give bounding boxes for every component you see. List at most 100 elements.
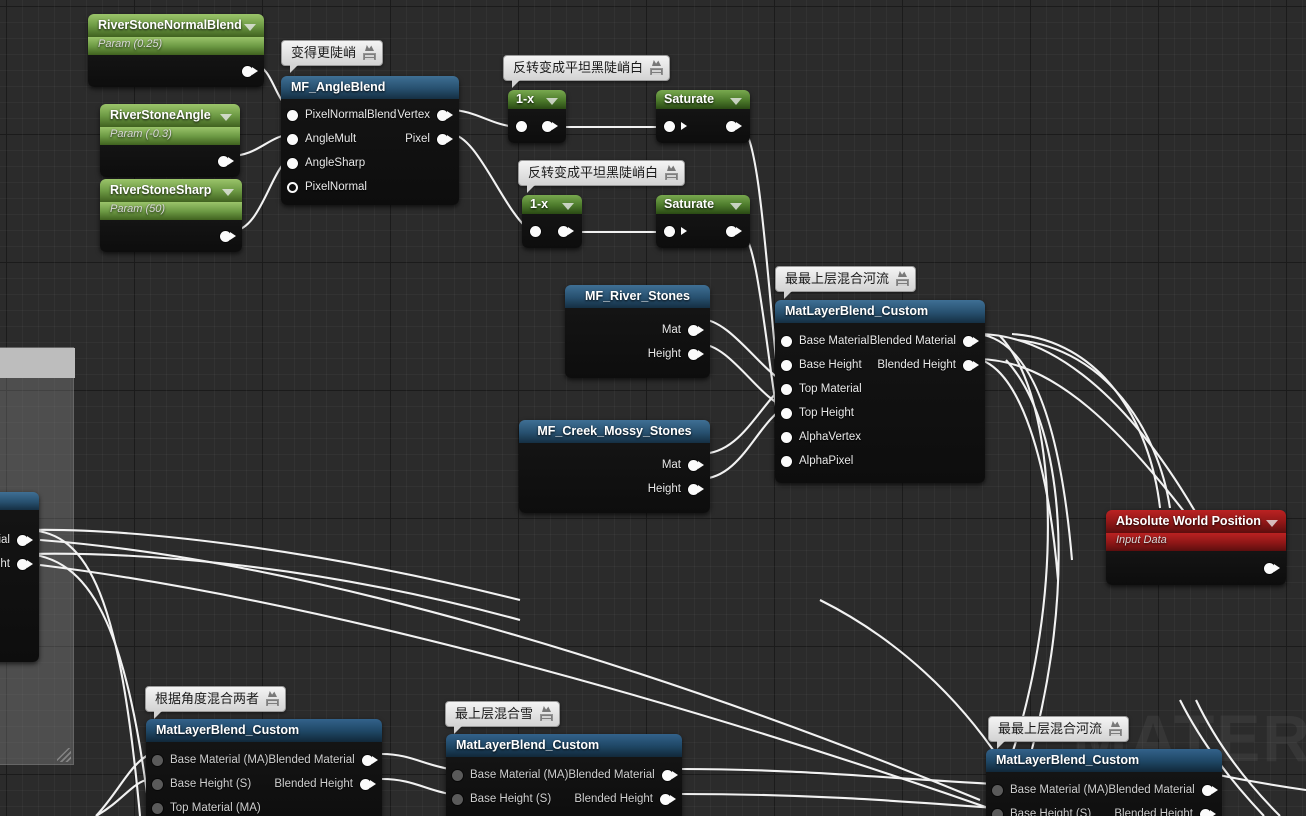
pin-dot[interactable] xyxy=(452,793,463,805)
input-pin[interactable] xyxy=(664,120,687,132)
chevron-down-icon[interactable] xyxy=(222,188,234,196)
pin-dot[interactable] xyxy=(781,431,792,443)
output-pin[interactable] xyxy=(535,120,558,132)
pin-dot[interactable] xyxy=(664,225,675,237)
output-pin-blended-height[interactable]: Blended Height xyxy=(574,793,682,806)
pin-dot[interactable] xyxy=(452,769,463,781)
pin-dot[interactable] xyxy=(287,109,298,121)
node-one-minus-x-top[interactable]: 1-x xyxy=(508,90,566,143)
output-pin-mat[interactable]: Mat xyxy=(662,459,710,472)
input-pin-top-height[interactable]: Top Height xyxy=(775,407,854,420)
chevron-down-icon[interactable] xyxy=(220,113,232,121)
node-header[interactable]: MatLayerBlend_Custom xyxy=(446,734,682,757)
comment-bubble-angle-blend[interactable]: 变得更陡峭 xyxy=(281,40,384,73)
node-header[interactable]: Saturate xyxy=(656,90,750,109)
node-header[interactable]: Saturate xyxy=(656,195,750,214)
output-pin-material[interactable]: ial xyxy=(0,534,39,547)
pin-dot[interactable] xyxy=(530,225,541,237)
output-pin-blended-height[interactable]: Blended Height xyxy=(877,359,985,372)
comment-bubble-angle-mix[interactable]: 根据角度混合两者 xyxy=(145,686,287,719)
node-matlayerblend-center[interactable]: MatLayerBlend_Custom Base Material Blend… xyxy=(775,300,985,483)
output-pin-blended-height[interactable]: Blended Height xyxy=(274,778,382,791)
pin-dot[interactable] xyxy=(152,802,163,814)
pin-dot[interactable] xyxy=(781,407,792,419)
node-header[interactable]: MF_River_Stones xyxy=(565,285,710,308)
input-pin[interactable] xyxy=(530,225,548,237)
comment-bubble-top-snow[interactable]: 最上层混合雪 xyxy=(445,701,561,734)
chevron-down-icon[interactable] xyxy=(562,202,574,210)
node-header[interactable]: 1-x xyxy=(522,195,582,214)
chevron-down-icon[interactable] xyxy=(244,23,256,31)
node-header[interactable]: MatLayerBlend_Custom xyxy=(146,719,382,742)
input-pin-base-height[interactable]: Base Height xyxy=(775,359,862,372)
chevron-down-icon[interactable] xyxy=(546,97,558,105)
output-pin-blended-material[interactable]: Blended Material xyxy=(568,769,682,782)
node-mf-angle-blend[interactable]: MF_AngleBlend PixelNormalBlend Vertex An… xyxy=(281,76,459,205)
node-saturate-bottom[interactable]: Saturate xyxy=(656,195,750,248)
output-pin-vertex[interactable]: Vertex xyxy=(397,109,459,122)
comment-region-resize-grip[interactable] xyxy=(57,748,71,762)
node-river-stone-angle[interactable]: RiverStoneAngle Param (-0.3) xyxy=(100,104,240,177)
input-pin-base-material[interactable]: Base Material xyxy=(775,335,869,348)
input-pin[interactable] xyxy=(516,120,534,132)
input-pin-alphapixel[interactable]: AlphaPixel xyxy=(775,455,853,468)
node-matlayerblend-bottom-center[interactable]: MatLayerBlend_Custom Base Material (MA) … xyxy=(446,734,682,816)
node-header[interactable]: MatLayerBlend_Custom xyxy=(986,749,1222,772)
node-river-stone-sharp[interactable]: RiverStoneSharp Param (50) xyxy=(100,179,242,252)
comment-bubble-bottom-river[interactable]: 最最上层混合河流 xyxy=(988,716,1130,749)
comment-region-header[interactable] xyxy=(0,348,75,378)
material-graph-canvas[interactable]: MATER 变得更陡峭 反转变成平坦黑陡峭白 反转变成平坦黑陡峭白 最最上层混合… xyxy=(0,0,1306,816)
node-header[interactable]: RiverStoneAngle xyxy=(100,104,240,127)
pin-dot[interactable] xyxy=(781,359,792,371)
node-mf-river-stones[interactable]: MF_River_Stones Mat Height xyxy=(565,285,710,378)
output-pin[interactable] xyxy=(235,65,264,77)
pin-dot[interactable] xyxy=(287,181,298,193)
node-header[interactable]: MF_Creek_Mossy_Stones xyxy=(519,420,710,443)
input-pin-base-height[interactable]: Base Height (S) xyxy=(446,793,551,806)
output-pin[interactable] xyxy=(213,230,242,242)
output-pin[interactable] xyxy=(719,120,742,132)
input-pin-base-material[interactable]: Base Material (MA) xyxy=(986,784,1108,797)
output-pin[interactable] xyxy=(211,155,240,167)
input-pin-alphavertex[interactable]: AlphaVertex xyxy=(775,431,861,444)
input-pin-pixelnormal[interactable]: PixelNormal xyxy=(281,181,367,194)
input-pin[interactable] xyxy=(664,225,687,237)
chevron-down-icon[interactable] xyxy=(730,97,742,105)
node-header[interactable]: RiverStoneSharp xyxy=(100,179,242,202)
pin-dot[interactable] xyxy=(781,455,792,467)
output-pin-pixel[interactable]: Pixel xyxy=(405,133,459,146)
input-pin-anglemult[interactable]: AngleMult xyxy=(281,133,356,146)
node-header[interactable]: MF_AngleBlend xyxy=(281,76,459,99)
node-header[interactable] xyxy=(0,492,39,510)
output-pin-blended-material[interactable]: Blended Material xyxy=(870,335,985,348)
node-header[interactable]: 1-x xyxy=(508,90,566,109)
pin-dot[interactable] xyxy=(781,335,792,347)
node-absolute-world-position[interactable]: Absolute World Position Input Data xyxy=(1106,510,1286,585)
input-pin-anglesharp[interactable]: AngleSharp xyxy=(281,157,365,170)
pin-dot[interactable] xyxy=(287,157,298,169)
comment-bubble-invert-bottom[interactable]: 反转变成平坦黑陡峭白 xyxy=(518,160,686,193)
node-mf-creek-mossy-stones[interactable]: MF_Creek_Mossy_Stones Mat Height xyxy=(519,420,710,513)
output-pin-blended-height[interactable]: Blended Height xyxy=(1114,808,1222,816)
comment-bubble-invert-top[interactable]: 反转变成平坦黑陡峭白 xyxy=(503,55,671,88)
node-header[interactable]: MatLayerBlend_Custom xyxy=(775,300,985,323)
pin-dot[interactable] xyxy=(516,120,527,132)
output-pin[interactable] xyxy=(551,225,574,237)
node-matlayerblend-bottom-left[interactable]: MatLayerBlend_Custom Base Material (MA) … xyxy=(146,719,382,816)
output-pin-height[interactable]: Height xyxy=(648,348,710,361)
pin-dot[interactable] xyxy=(992,784,1003,796)
output-pin[interactable] xyxy=(1257,562,1286,574)
node-saturate-top[interactable]: Saturate xyxy=(656,90,750,143)
pin-dot[interactable] xyxy=(152,778,163,790)
output-pin-blended-material[interactable]: Blended Material xyxy=(1108,784,1222,797)
chevron-down-icon[interactable] xyxy=(730,202,742,210)
output-pin-height[interactable]: Height xyxy=(648,483,710,496)
input-pin-base-material[interactable]: Base Material (MA) xyxy=(146,754,268,767)
output-pin[interactable] xyxy=(719,225,742,237)
output-pin-blended-material[interactable]: Blended Material xyxy=(268,754,382,767)
input-pin-top-material[interactable]: Top Material xyxy=(775,383,862,396)
input-pin-base-material[interactable]: Base Material (MA) xyxy=(446,769,568,782)
node-river-stone-normal-blend[interactable]: RiverStoneNormalBlend Param (0.25) xyxy=(88,14,264,87)
node-matlayerblend-bottom-right[interactable]: MatLayerBlend_Custom Base Material (MA) … xyxy=(986,749,1222,816)
input-pin-top-material[interactable]: Top Material (MA) xyxy=(146,802,261,815)
